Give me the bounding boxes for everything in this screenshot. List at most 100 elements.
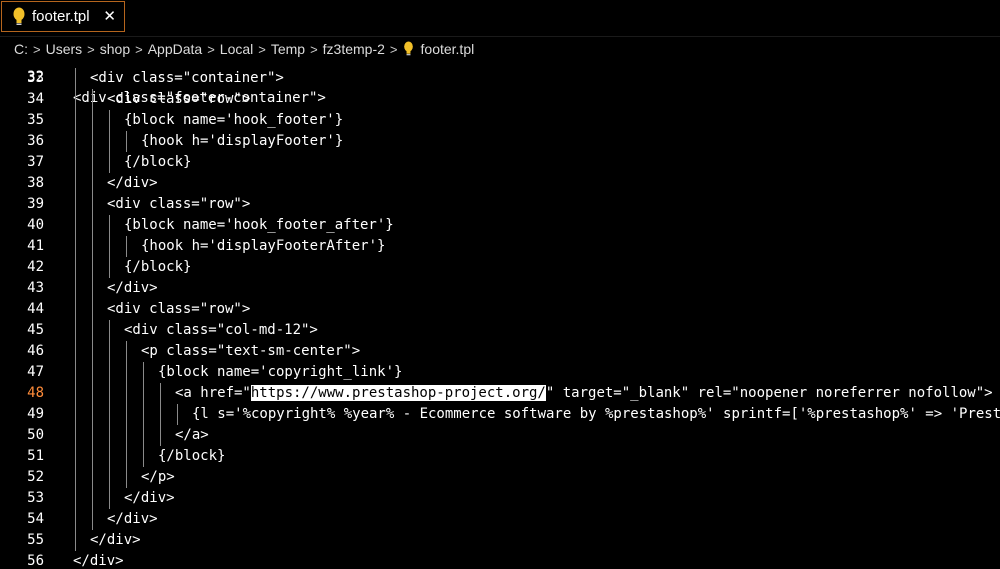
indent-guide [126,446,127,467]
indent-guide [92,278,93,299]
lightbulb-icon [13,7,25,25]
indent-guide [75,320,76,341]
indent-guide [75,152,76,173]
indent-guide [143,425,144,446]
code-text: {/block} [124,259,192,275]
indent-guide [75,257,76,278]
chevron-right-icon: > [389,41,398,57]
code-text: {/block} [158,448,226,464]
indent-guide [75,488,76,509]
indent-guide [92,341,93,362]
breadcrumb-item-drive[interactable]: C: [14,41,28,57]
indent-guide [75,89,76,110]
indent-guide [92,509,93,530]
selected-text[interactable]: https://www.prestashop-project.org/ [250,385,546,401]
code-line: 43 </div> [0,278,1000,299]
code-line: 49 {l s='%copyright% %year% - Ecommerce s… [0,404,1000,425]
code-line: 38 </div> [0,173,1000,194]
indent-guide [160,425,161,446]
indent-guide [109,383,110,404]
breadcrumb-item-appdata[interactable]: AppData [148,41,202,57]
indent-guide [109,131,110,152]
code-text: </div> [107,280,158,296]
indent-guide [143,383,144,404]
indent-guide [92,194,93,215]
indent-guide [109,446,110,467]
line-number: 38 [27,175,44,191]
indent-guide [109,110,110,131]
code-line: 39 <div class="row"> [0,194,1000,215]
indent-guide [143,404,144,425]
indent-guide [92,320,93,341]
code-line: 56 </div> [0,551,1000,569]
tab-bar: footer.tpl ✕ [0,0,1000,37]
code-text: <div class="container"> [90,70,284,86]
line-number: 33 [27,70,44,86]
code-line: 47 {block name='copyright_link'} [0,362,1000,383]
code-text: </div> [107,175,158,191]
code-text: </div> [90,532,141,548]
code-line: 33 <div class="container"> [0,68,1000,89]
breadcrumb: C: > Users > shop > AppData > Local > Te… [14,38,474,60]
code-text: <p class="text-sm-center"> [141,343,361,359]
code-editor[interactable]: 32 <div class="footer-container"> 33 <div… [0,58,1000,569]
indent-guide [126,236,127,257]
indent-guide [75,467,76,488]
indent-guide [92,488,93,509]
line-number: 36 [27,133,44,149]
code-line: 50 </a> [0,425,1000,446]
indent-guide [126,362,127,383]
indent-guide [92,425,93,446]
tab-label: footer.tpl [32,8,90,25]
line-number: 53 [27,490,44,506]
indent-guide [109,404,110,425]
code-text: </div> [124,490,175,506]
breadcrumb-item-shop[interactable]: shop [100,41,130,57]
code-text: {block name='hook_footer'} [124,112,344,128]
indent-guide [75,236,76,257]
line-number: 40 [27,217,44,233]
line-number: 55 [27,532,44,548]
code-before-selection: <a href=" [175,385,251,401]
indent-guide [126,467,127,488]
line-number: 39 [27,196,44,212]
code-line: 34 <div class="row"> [0,89,1000,110]
code-text: </p> [141,469,175,485]
indent-guide [92,299,93,320]
tab-footer-tpl[interactable]: footer.tpl ✕ [1,1,125,32]
breadcrumb-item-file[interactable]: footer.tpl [421,41,475,57]
indent-guide [75,446,76,467]
indent-guide [75,215,76,236]
indent-guide [160,383,161,404]
code-line: 32 <div class="footer-container"> [0,58,1000,106]
indent-guide [75,425,76,446]
indent-guide [75,173,76,194]
code-line: 53 </div> [0,488,1000,509]
code-line: 54 </div> [0,509,1000,530]
line-number: 42 [27,259,44,275]
indent-guide [75,68,76,89]
indent-guide [126,425,127,446]
indent-guide [109,320,110,341]
breadcrumb-item-users[interactable]: Users [46,41,83,57]
code-line: 51 {/block} [0,446,1000,467]
breadcrumb-item-temp[interactable]: Temp [271,41,305,57]
breadcrumb-item-local[interactable]: Local [220,41,253,57]
line-number: 44 [27,301,44,317]
line-number: 43 [27,280,44,296]
close-icon[interactable]: ✕ [103,9,116,25]
code-text: </div> [107,511,158,527]
breadcrumb-item-fz3temp[interactable]: fz3temp-2 [323,41,385,57]
indent-guide [75,383,76,404]
line-number: 48 [27,385,44,401]
indent-guide [75,131,76,152]
indent-guide [75,299,76,320]
code-text: </div> [73,553,124,569]
code-text: <div class="col-md-12"> [124,322,318,338]
code-text: {block name='hook_footer_after'} [124,217,394,233]
indent-guide [92,215,93,236]
code-text: {l s='%copyright% %year% - Ecommerce sof… [192,406,1000,422]
chevron-right-icon: > [33,41,41,57]
indent-guide [92,362,93,383]
line-number: 46 [27,343,44,359]
